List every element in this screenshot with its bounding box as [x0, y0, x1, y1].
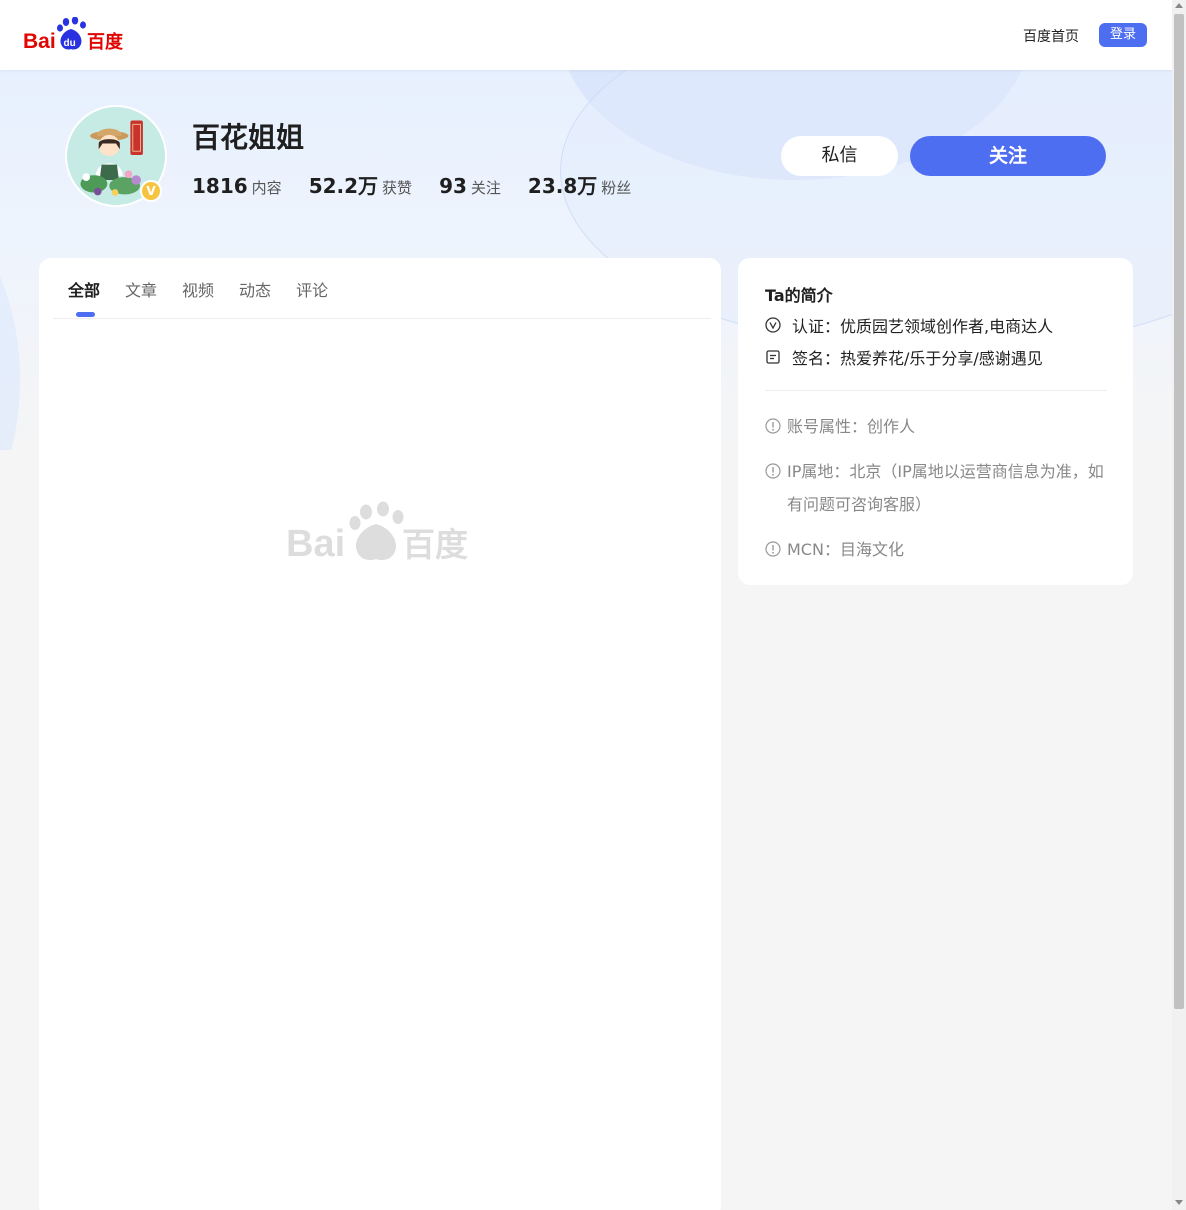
stat-label: 获赞: [382, 179, 413, 197]
scroll-thumb[interactable]: [1174, 14, 1184, 1009]
private-message-button[interactable]: 私信: [781, 136, 898, 176]
baidu-home-link[interactable]: 百度首页: [1023, 26, 1079, 46]
account-type-row: 账号属性：创作人: [765, 410, 1110, 443]
info-icon: [765, 463, 781, 479]
top-bar: Bai du 百度 百度首页 登录: [0, 0, 1172, 70]
baidu-loading-watermark-icon: Bai 百度: [286, 501, 468, 564]
signature-text: 签名：热爱养花/乐于分享/感谢遇见: [792, 349, 1043, 368]
certification-text: 认证：优质园艺领域创作者,电商达人: [792, 317, 1054, 336]
mcn-row: MCN：目海文化: [765, 533, 1110, 566]
follow-button[interactable]: 关注: [910, 136, 1106, 176]
stat-label: 内容: [251, 179, 282, 197]
content-panel: 全部 文章 视频 动态 评论 Bai 百度: [39, 258, 721, 1210]
account-type-text: 账号属性：创作人: [787, 417, 916, 436]
svg-text:Bai: Bai: [286, 523, 345, 564]
stat-label: 关注: [470, 179, 501, 197]
intro-card: Ta的简介 认证：优质园艺领域创作者,电商达人 签名：热爱养花/乐于分享/感谢遇…: [738, 258, 1133, 585]
stat-value: 23.8万: [527, 174, 598, 198]
svg-text:百度: 百度: [87, 31, 124, 53]
svg-text:du: du: [64, 38, 76, 49]
tab-all[interactable]: 全部: [68, 277, 100, 301]
verified-badge-icon: V: [140, 180, 162, 202]
svg-text:Bai: Bai: [23, 30, 56, 53]
stat-fans[interactable]: 23.8万 粉丝: [528, 170, 631, 199]
info-icon: [765, 541, 781, 557]
note-icon: [766, 350, 780, 364]
scroll-up-arrow-icon[interactable]: [1175, 3, 1183, 8]
stat-value: 1816: [192, 174, 248, 198]
ip-location-row: IP属地：北京（IP属地以运营商信息为准，如有问题可咨询客服）: [765, 455, 1110, 521]
baidu-logo[interactable]: Bai du 百度: [23, 16, 133, 53]
intro-title: Ta的简介: [765, 286, 833, 305]
baidu-logo-icon: Bai du 百度: [23, 16, 124, 53]
svg-text:百度: 百度: [402, 525, 468, 564]
page: Bai du 百度 百度首页 登录 V 百花姐姐 1816 内容 52.2万 获…: [0, 0, 1172, 1210]
stat-value: 93: [439, 174, 467, 198]
mcn-text: MCN：目海文化: [787, 540, 904, 559]
certification-row: 认证：优质园艺领域创作者,电商达人: [765, 313, 1053, 337]
stat-value: 52.2万: [308, 174, 379, 198]
stat-following[interactable]: 93 关注: [439, 174, 501, 198]
login-button[interactable]: 登录: [1099, 23, 1147, 47]
tabs-divider: [53, 318, 711, 319]
profile-stats: 1816 内容 52.2万 获赞 93 关注 23.8万 粉丝: [192, 170, 631, 199]
active-tab-indicator: [76, 312, 95, 317]
stat-likes: 52.2万 获赞: [309, 170, 412, 199]
info-icon: [765, 418, 781, 434]
stat-label: 粉丝: [601, 179, 632, 197]
intro-divider: [765, 390, 1107, 391]
ip-location-text: IP属地：北京（IP属地以运营商信息为准，如有问题可咨询客服）: [787, 462, 1104, 514]
tab-videos[interactable]: 视频: [182, 277, 214, 301]
stat-content[interactable]: 1816 内容: [192, 174, 282, 198]
content-tabs: 全部 文章 视频 动态 评论: [68, 277, 328, 301]
tab-articles[interactable]: 文章: [125, 277, 157, 301]
signature-row: 签名：热爱养花/乐于分享/感谢遇见: [765, 345, 1043, 369]
tab-comments[interactable]: 评论: [296, 277, 328, 301]
tab-updates[interactable]: 动态: [239, 277, 271, 301]
scroll-down-arrow-icon[interactable]: [1175, 1200, 1183, 1205]
profile-name: 百花姐姐: [192, 121, 305, 154]
verified-circle-icon: [765, 317, 781, 333]
page-scrollbar[interactable]: [1172, 0, 1186, 1210]
